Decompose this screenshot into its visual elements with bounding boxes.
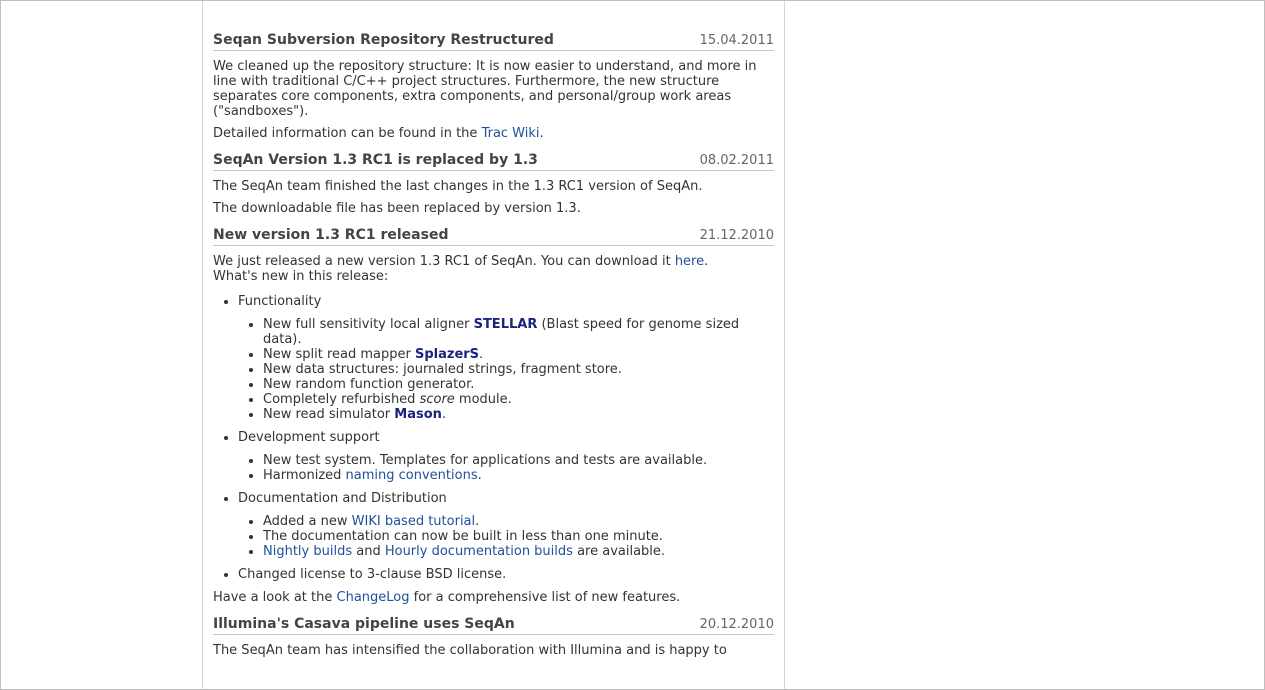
news-paragraph: The SeqAn team finished the last changes…: [213, 179, 703, 194]
news-paragraph: The downloadable file has been replaced …: [213, 201, 581, 216]
list-item-label: Functionality: [238, 294, 322, 309]
development-list: New test system. Templates for applicati…: [238, 453, 774, 483]
list-item: Added a new WIKI based tutorial.: [263, 514, 774, 529]
news-paragraph: We just released a new version 1.3 RC1 o…: [213, 254, 774, 284]
list-item: New random function generator.: [263, 377, 774, 392]
list-item: The documentation can now be built in le…: [263, 529, 774, 544]
text: Added a new: [263, 514, 352, 529]
news-item: Seqan Subversion Repository Restructured…: [213, 32, 774, 141]
news-date: 15.04.2011: [699, 33, 774, 48]
news-header: Seqan Subversion Repository Restructured…: [213, 32, 774, 51]
news-paragraph: We cleaned up the repository structure: …: [213, 59, 757, 119]
nightly-builds-link[interactable]: Nightly builds: [263, 544, 352, 559]
mason-link[interactable]: Mason: [394, 407, 442, 422]
text: and: [352, 544, 385, 559]
text: .: [704, 254, 709, 269]
changelog-link[interactable]: ChangeLog: [337, 590, 410, 605]
list-item: Changed license to 3-clause BSD license.: [238, 567, 774, 582]
text: New full sensitivity local aligner: [263, 317, 474, 332]
news-title: Seqan Subversion Repository Restructured: [213, 32, 554, 48]
text: What's new in this release:: [213, 269, 389, 284]
text: Harmonized: [263, 468, 346, 483]
text: score: [419, 392, 455, 407]
news-title: Illumina's Casava pipeline uses SeqAn: [213, 616, 515, 632]
news-header: SeqAn Version 1.3 RC1 is replaced by 1.3…: [213, 152, 774, 171]
text: New split read mapper: [263, 347, 415, 362]
news-paragraph: The SeqAn team has intensified the colla…: [213, 643, 727, 658]
wiki-tutorial-link[interactable]: WIKI based tutorial: [352, 514, 475, 529]
text: We just released a new version 1.3 RC1 o…: [213, 254, 675, 269]
news-item: New version 1.3 RC1 released 21.12.2010 …: [213, 227, 774, 605]
trac-wiki-link[interactable]: Trac Wiki: [482, 126, 540, 141]
news-title: SeqAn Version 1.3 RC1 is replaced by 1.3: [213, 152, 538, 168]
list-item: New full sensitivity local aligner STELL…: [263, 317, 774, 347]
documentation-list: Added a new WIKI based tutorial. The doc…: [238, 514, 774, 559]
list-item: New test system. Templates for applicati…: [263, 453, 774, 468]
text: .: [539, 126, 544, 141]
news-paragraph: Detailed information can be found in the…: [213, 126, 774, 141]
news-item: SeqAn Version 1.3 RC1 is replaced by 1.3…: [213, 152, 774, 216]
news-date: 20.12.2010: [699, 617, 774, 632]
news-item: Illumina's Casava pipeline uses SeqAn 20…: [213, 616, 774, 658]
text: for a comprehensive list of new features…: [409, 590, 681, 605]
news-title: New version 1.3 RC1 released: [213, 227, 449, 243]
naming-conventions-link[interactable]: naming conventions: [346, 468, 478, 483]
list-item: New data structures: journaled strings, …: [263, 362, 774, 377]
text: Completely refurbished: [263, 392, 420, 407]
list-item: New split read mapper SplazerS.: [263, 347, 774, 362]
functionality-list: New full sensitivity local aligner STELL…: [238, 317, 774, 422]
splazers-link[interactable]: SplazerS: [415, 347, 479, 362]
hourly-doc-builds-link[interactable]: Hourly documentation builds: [385, 544, 573, 559]
release-features-list: Functionality New full sensitivity local…: [213, 294, 774, 582]
text: Detailed information can be found in the: [213, 126, 482, 141]
download-here-link[interactable]: here: [675, 254, 704, 269]
list-item: Development support New test system. Tem…: [238, 430, 774, 483]
text: .: [479, 347, 484, 362]
list-item: Documentation and Distribution Added a n…: [238, 491, 774, 559]
news-date: 08.02.2011: [699, 153, 774, 168]
list-item: Nightly builds and Hourly documentation …: [263, 544, 774, 559]
list-item-label: Documentation and Distribution: [238, 491, 447, 506]
list-item: New read simulator Mason.: [263, 407, 774, 422]
text: module.: [454, 392, 512, 407]
news-date: 21.12.2010: [699, 228, 774, 243]
news-header: New version 1.3 RC1 released 21.12.2010: [213, 227, 774, 246]
content-column: Seqan Subversion Repository Restructured…: [202, 1, 785, 689]
list-item: Harmonized naming conventions.: [263, 468, 774, 483]
browser-viewport: Seqan Subversion Repository Restructured…: [0, 0, 1265, 690]
list-item: Functionality New full sensitivity local…: [238, 294, 774, 422]
text: are available.: [572, 544, 666, 559]
news-paragraph: Have a look at the ChangeLog for a compr…: [213, 590, 774, 605]
text: .: [477, 468, 482, 483]
list-item-label: Development support: [238, 430, 380, 445]
text: .: [475, 514, 480, 529]
news-list: Seqan Subversion Repository Restructured…: [213, 32, 774, 669]
stellar-link[interactable]: STELLAR: [474, 317, 538, 332]
news-header: Illumina's Casava pipeline uses SeqAn 20…: [213, 616, 774, 635]
text: Have a look at the: [213, 590, 337, 605]
list-item: Completely refurbished score module.: [263, 392, 774, 407]
text: New read simulator: [263, 407, 395, 422]
text: .: [441, 407, 447, 422]
